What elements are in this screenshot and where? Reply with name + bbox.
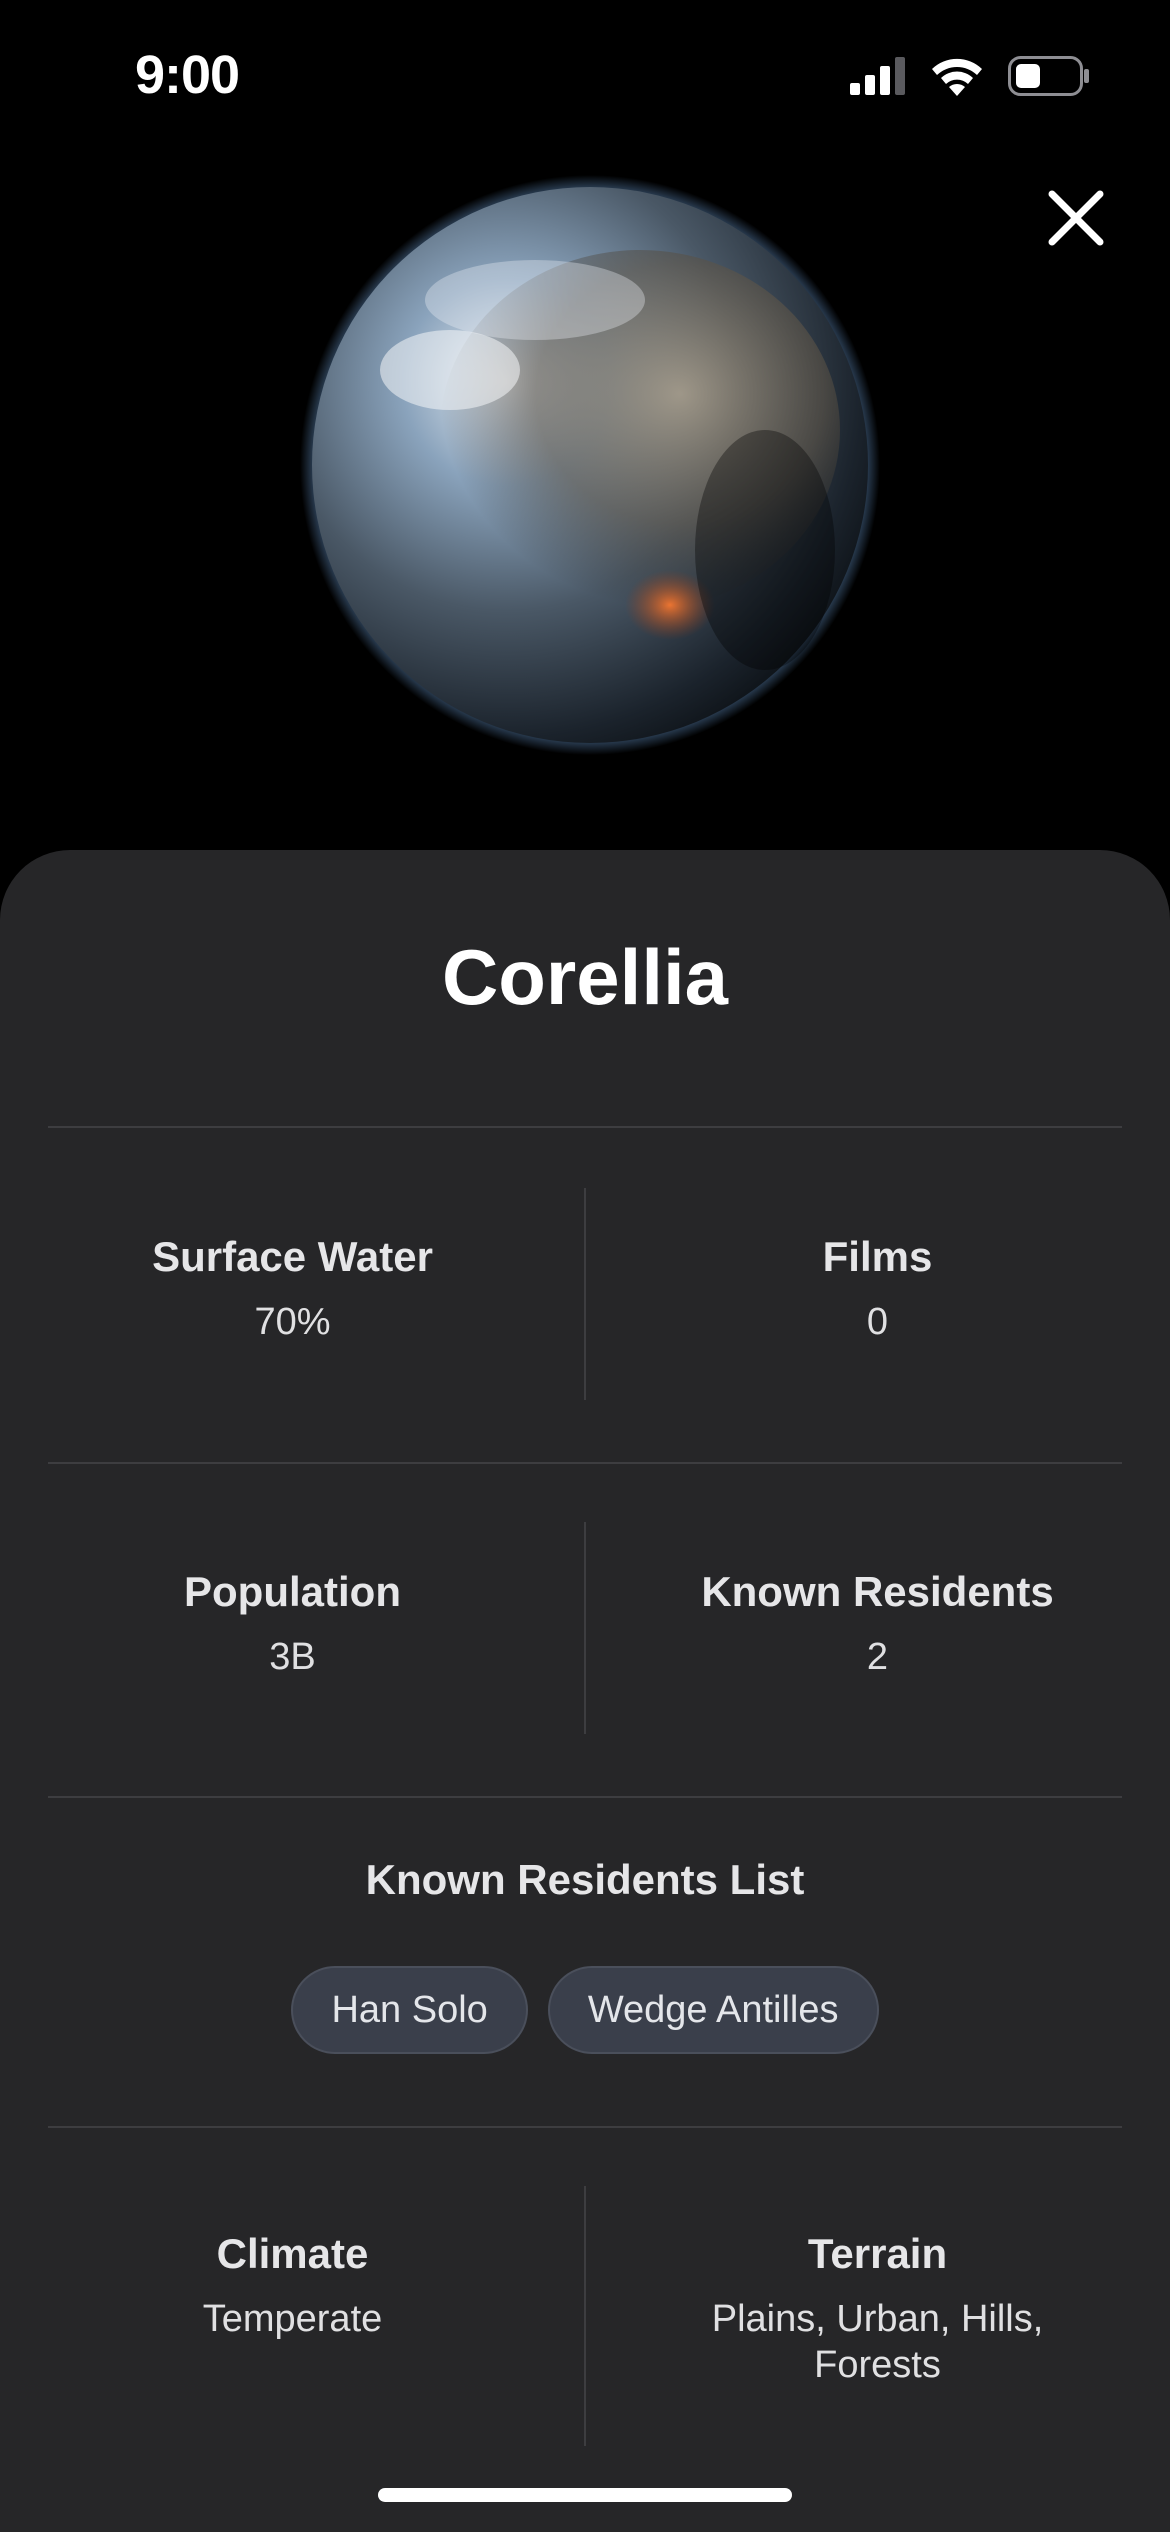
films-value: 0 xyxy=(866,1301,889,1343)
resident-chip-wedge-antilles[interactable]: Wedge Antilles xyxy=(547,1966,879,2054)
population-value: 3B xyxy=(269,1636,316,1678)
cellular-signal-icon xyxy=(850,57,906,100)
known-residents-stat: Known Residents 2 xyxy=(585,1568,1170,1680)
terrain-value: Plains, Urban, Hills, Forests xyxy=(711,2298,1044,2386)
known-residents-label: Known Residents xyxy=(701,1568,1054,1615)
surface-water-value: 70% xyxy=(254,1301,331,1343)
films-stat: Films 0 xyxy=(585,1233,1170,1345)
close-icon xyxy=(1048,190,1104,251)
climate-value: Temperate xyxy=(202,2298,383,2340)
planet-details-sheet: Corellia Surface Water 70% Films 0 Popul… xyxy=(0,850,1170,2532)
surface-water-label: Surface Water xyxy=(152,1233,433,1280)
divider xyxy=(48,1796,1122,1798)
status-icons xyxy=(850,56,1090,101)
home-indicator[interactable] xyxy=(378,2488,792,2502)
terrain-stat: Terrain Plains, Urban, Hills, Forests xyxy=(585,2230,1170,2388)
divider xyxy=(48,1462,1122,1464)
planet-image xyxy=(295,170,885,760)
surface-water-stat: Surface Water 70% xyxy=(0,1233,585,1345)
known-residents-list-title: Known Residents List xyxy=(365,1856,805,1903)
divider xyxy=(48,2126,1122,2128)
residents-chip-list: Han Solo Wedge Antilles xyxy=(0,1966,1170,2054)
films-label: Films xyxy=(822,1233,933,1280)
population-stat: Population 3B xyxy=(0,1568,585,1680)
status-time: 9:00 xyxy=(135,45,240,105)
resident-chip-han-solo[interactable]: Han Solo xyxy=(291,1966,528,2054)
status-bar: 9:00 xyxy=(0,0,1170,150)
terrain-label: Terrain xyxy=(807,2230,948,2277)
known-residents-value: 2 xyxy=(866,1636,889,1678)
climate-stat: Climate Temperate xyxy=(0,2230,585,2342)
close-button[interactable] xyxy=(1026,170,1126,270)
wifi-icon xyxy=(930,56,984,101)
battery-icon xyxy=(1008,56,1090,101)
divider xyxy=(48,1126,1122,1128)
climate-label: Climate xyxy=(216,2230,369,2277)
population-label: Population xyxy=(184,1568,401,1615)
planet-name: Corellia xyxy=(441,933,729,1021)
